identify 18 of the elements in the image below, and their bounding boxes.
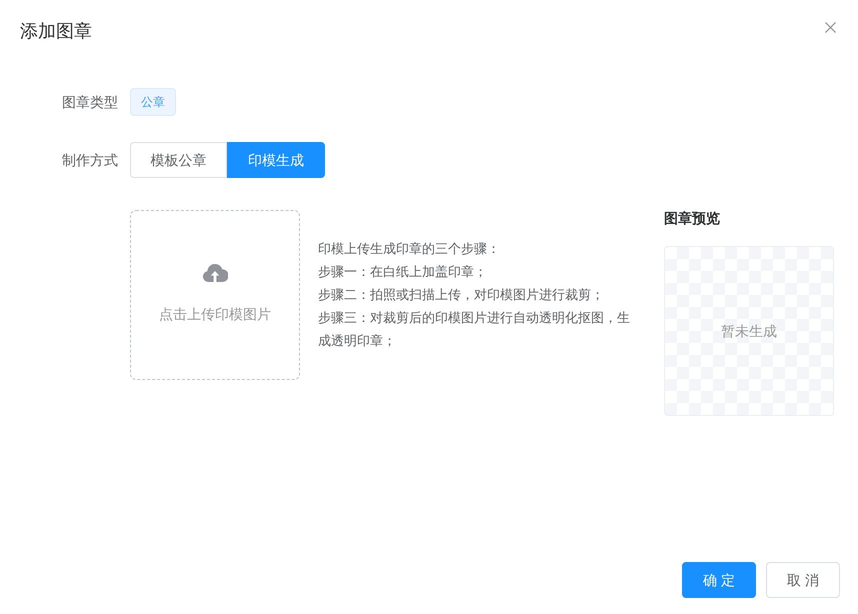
field-label: 图章类型 [61,92,118,112]
radio-button[interactable]: 印模生成 [227,142,325,178]
dialog-title: 添加图章 [20,20,92,42]
instruction-text: 印模上传生成印章的三个步骤： [318,240,501,258]
preview-empty-text: 暂未生成 [721,322,777,340]
upload-area[interactable]: 点击上传印模图片 [130,210,300,380]
instruction-text: 步骤二：拍照或扫描上传，对印模图片进行裁剪； [318,286,605,304]
instruction-text: 步骤三：对裁剪后的印模图片进行自动透明化抠图，生成透明印章； [318,309,631,350]
radio-button[interactable]: 模板公章 [130,142,227,178]
confirm-button[interactable]: 确 定 [682,562,756,598]
seal-type-tag: 公章 [130,88,176,116]
cloud-upload-icon [202,262,228,282]
upload-hint: 点击上传印模图片 [159,305,271,323]
preview-title: 图章预览 [664,210,721,226]
field-label: 制作方式 [61,150,118,170]
instruction-text: 步骤一：在白纸上加盖印章； [318,263,488,281]
close-icon[interactable] [825,22,836,33]
cancel-button[interactable]: 取 消 [766,562,840,598]
